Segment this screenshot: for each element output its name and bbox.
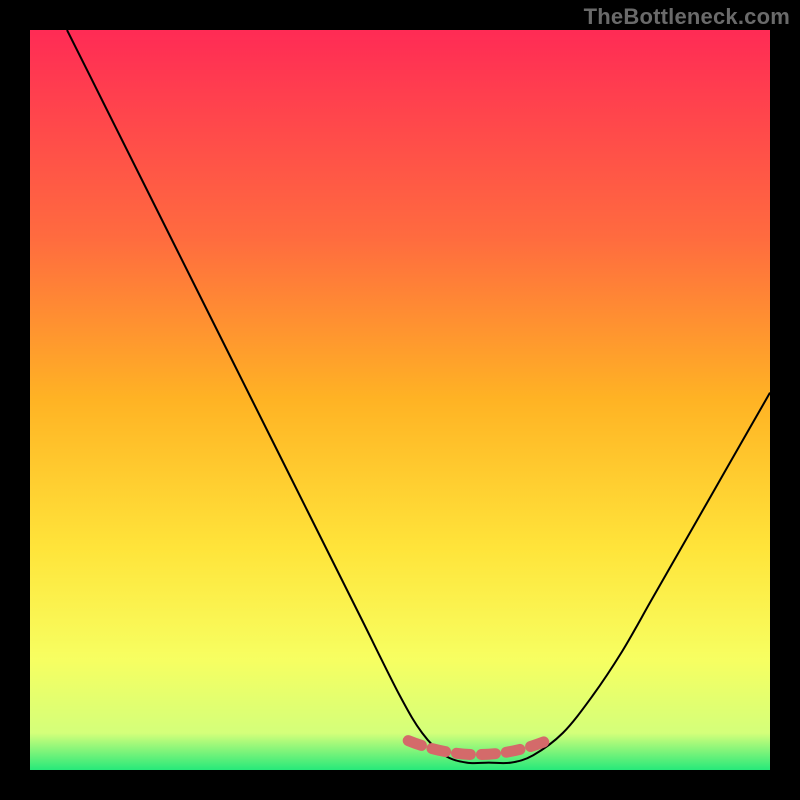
plot-area (30, 30, 770, 770)
bottleneck-curve (67, 30, 770, 763)
chart-stage: TheBottleneck.com (0, 0, 800, 800)
curve-layer (30, 30, 770, 770)
watermark-text: TheBottleneck.com (584, 4, 790, 30)
